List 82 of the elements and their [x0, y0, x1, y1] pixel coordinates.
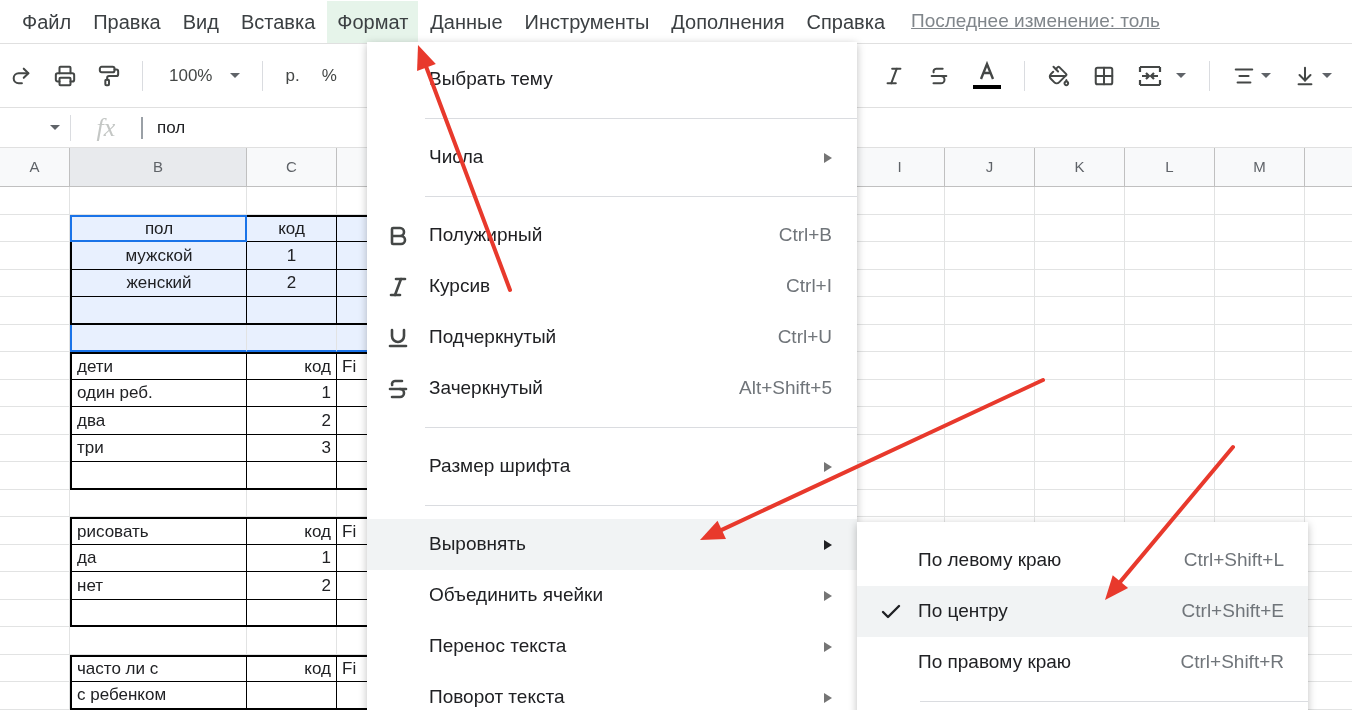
table-cell	[0, 682, 70, 710]
menu-item[interactable]: Выровнять	[367, 519, 857, 570]
currency-format-button[interactable]: р.	[285, 62, 300, 89]
table-cell: 3	[247, 434, 337, 462]
function-label: fx	[96, 112, 116, 144]
borders-icon[interactable]	[1093, 64, 1115, 87]
caret-icon	[1261, 73, 1271, 78]
table-cell: с ребенком	[70, 682, 247, 710]
table-cell: мужской	[70, 242, 247, 270]
table-cell: 2	[247, 269, 337, 297]
submenu-arrow-icon	[824, 152, 832, 163]
menu-item[interactable]: Размер шрифта	[367, 441, 857, 492]
table-cell	[0, 627, 70, 655]
table-cell	[0, 654, 70, 682]
menu-bar-item[interactable]: Вставка	[230, 0, 326, 43]
column-header[interactable]: L	[1125, 148, 1215, 186]
column-header[interactable]: M	[1215, 148, 1305, 186]
table-cell	[0, 517, 70, 545]
menu-bar-item[interactable]: Данные	[420, 0, 513, 43]
table-cell: 2	[247, 572, 337, 600]
table-cell: один реб.	[70, 379, 247, 407]
table-cell: 1	[247, 242, 337, 270]
submenu-arrow-icon	[824, 692, 832, 703]
table-cell: код	[247, 214, 337, 242]
table-cell: женский	[70, 269, 247, 297]
table-cell: да	[70, 544, 247, 572]
submenu-arrow-icon	[824, 641, 832, 652]
column-header[interactable]: C	[247, 148, 337, 186]
table-cell	[0, 352, 70, 380]
fill-color-icon[interactable]	[1048, 64, 1070, 87]
menu-bar-item[interactable]: Правка	[83, 0, 171, 43]
submenu-arrow-icon	[824, 539, 832, 550]
table-cell	[0, 434, 70, 462]
column-header[interactable]: B	[70, 148, 247, 186]
table-cell: часто ли с	[70, 654, 247, 682]
merge-cells-icon[interactable]	[1138, 64, 1162, 87]
menu-bar-item[interactable]: Вид	[172, 0, 229, 43]
caret-icon	[50, 125, 60, 130]
formula-field[interactable]: пол	[157, 114, 1352, 141]
table-cell: код	[247, 654, 337, 682]
table-cell	[0, 379, 70, 407]
table-cell: рисовать	[70, 517, 247, 545]
text-color-icon[interactable]	[973, 60, 1001, 91]
caret-icon	[1176, 73, 1186, 78]
menu-item[interactable]: Объединить ячейки	[367, 570, 857, 621]
percent-format-button[interactable]: %	[321, 62, 337, 89]
table-cell: 1	[247, 379, 337, 407]
table-cell: пол	[70, 214, 247, 242]
table-cell	[0, 544, 70, 572]
submenu-item[interactable]: По левому краю Ctrl+Shift+L	[857, 535, 1308, 586]
table-cell: код	[247, 352, 337, 380]
submenu-item[interactable]: По центру Ctrl+Shift+E	[857, 586, 1308, 637]
table-cell	[0, 462, 70, 490]
table-cell	[0, 407, 70, 435]
table-cell: дети	[70, 352, 247, 380]
table-cell: 2	[247, 407, 337, 435]
table-cell: код	[247, 517, 337, 545]
menu-bar-item[interactable]: Файл	[12, 0, 82, 43]
column-header[interactable]: J	[945, 148, 1035, 186]
menu-bar-item[interactable]: Дополнения	[661, 0, 795, 43]
submenu-arrow-icon	[824, 590, 832, 601]
submenu-item[interactable]: По правому краю Ctrl+Shift+R	[857, 637, 1308, 688]
caret-icon	[230, 73, 241, 78]
zoom-dropdown[interactable]: 100%	[165, 62, 241, 89]
print-icon[interactable]	[54, 64, 76, 87]
column-header[interactable]: K	[1035, 148, 1125, 186]
menu-bar-item[interactable]: Инструменты	[514, 0, 660, 43]
table-cell	[0, 489, 70, 517]
table-cell: 1	[247, 544, 337, 572]
submenu-arrow-icon	[824, 461, 832, 472]
caret-icon	[1322, 73, 1332, 78]
table-cell	[0, 599, 70, 627]
table-cell: нет	[70, 572, 247, 600]
table-cell	[0, 187, 70, 215]
table-cell: два	[70, 407, 247, 435]
menu-item[interactable]: Курсив Ctrl+I	[367, 261, 857, 312]
menu-bar-item[interactable]: Формат	[327, 0, 419, 43]
table-cell: три	[70, 434, 247, 462]
paint-format-icon[interactable]	[98, 64, 120, 87]
menu-bar-item[interactable]: Справка	[796, 0, 896, 43]
table-cell	[0, 572, 70, 600]
last-edit-link[interactable]: Последнее изменение: толь	[911, 7, 1160, 36]
